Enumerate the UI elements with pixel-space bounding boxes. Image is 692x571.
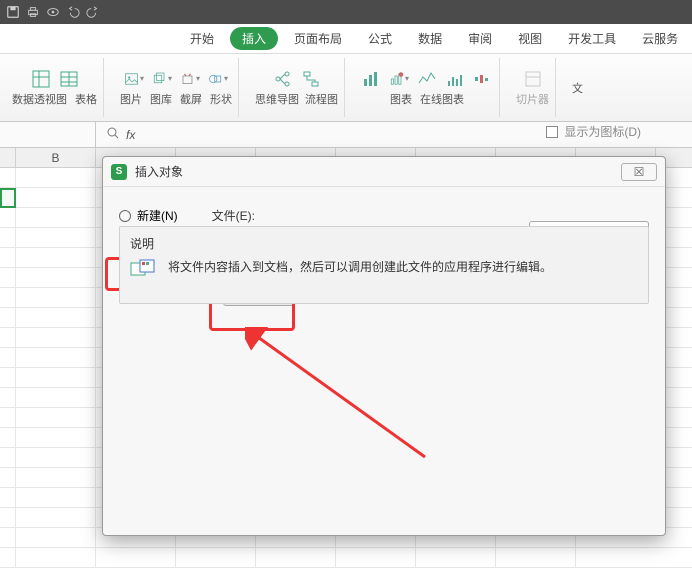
ribbon-label-mindmap: 思维导图 [255,91,299,107]
flowchart-icon[interactable] [301,69,321,89]
ribbon-label-picture: 图片 [120,91,142,107]
ribbon-label-shape: 形状 [210,91,232,107]
radio-new[interactable] [119,210,131,222]
zoom-icon[interactable] [106,126,120,143]
screenshot-icon[interactable]: ▾ [180,69,200,89]
menu-start[interactable]: 开始 [180,26,224,51]
file-field-label: 文件(E): [212,207,255,224]
ribbon-label-pivot: 数据透视图 [12,91,67,107]
ribbon-label-flowchart: 流程图 [305,91,338,107]
ribbon-group-illustrations: ▾ ▾ ▾ ▾ 图片 图库 截屏 形状 [114,58,239,117]
ribbon-group-diagram: 思维导图 流程图 [249,58,345,117]
slicer-icon[interactable] [523,69,543,89]
menubar: 开始 插入 页面布局 公式 数据 审阅 视图 开发工具 云服务 [0,24,692,54]
menu-review[interactable]: 审阅 [458,26,502,51]
radio-new-label: 新建(N) [137,207,178,224]
col-b[interactable]: B [16,148,96,167]
ribbon-label-text: 文 [572,80,583,96]
ribbon-label-screenshot: 截屏 [180,91,202,107]
shape-icon[interactable]: ▾ [208,69,228,89]
show-as-icon-label: 显示为图标(D) [564,123,641,140]
preview-icon[interactable] [46,5,60,19]
fx-label: fx [126,128,135,142]
description-text: 将文件内容插入到文档，然后可以调用创建此文件的应用程序进行编辑。 [168,258,552,276]
close-button[interactable]: ☒ [621,163,657,181]
menu-view[interactable]: 视图 [508,26,552,51]
picture-icon[interactable]: ▾ [124,69,144,89]
ribbon-group-pivot: 数据透视图 表格 [6,58,104,117]
app-icon: S [111,164,127,180]
sparkline1-icon[interactable] [417,69,437,89]
menu-cloud[interactable]: 云服务 [632,26,688,51]
mindmap-icon[interactable] [273,69,293,89]
ribbon-label-table: 表格 [75,91,97,107]
ribbon-label-slicer: 切片器 [516,91,549,107]
menu-formula[interactable]: 公式 [358,26,402,51]
annotation-arrow [245,327,445,467]
chart-icon[interactable] [361,69,381,89]
menu-data[interactable]: 数据 [408,26,452,51]
sparkline3-icon[interactable] [473,69,493,89]
ribbon-group-slicer: 切片器 [510,58,556,117]
pivot-icon[interactable] [31,69,51,89]
ribbon-label-chart: 图表 [390,91,412,107]
save-icon[interactable] [6,5,20,19]
menu-insert[interactable]: 插入 [230,27,278,50]
dialog-title: 插入对象 [135,163,183,180]
show-as-icon-row[interactable]: 显示为图标(D) [546,123,641,140]
embed-icon [130,258,158,282]
name-box[interactable] [0,122,96,147]
ribbon-group-text: 文 [566,58,589,117]
quick-access-toolbar [0,0,692,24]
corner[interactable] [0,148,16,167]
sparkline2-icon[interactable] [445,69,465,89]
ribbon-group-charts: ▾ 图表 在线图表 [355,58,500,117]
show-as-icon-checkbox[interactable] [546,126,558,138]
undo-icon[interactable] [66,5,80,19]
ribbon-label-online-chart: 在线图表 [420,91,464,107]
gallery-icon[interactable]: ▾ [152,69,172,89]
menu-devtools[interactable]: 开发工具 [558,26,626,51]
menu-layout[interactable]: 页面布局 [284,26,352,51]
active-cell[interactable] [0,188,16,208]
ribbon: 数据透视图 表格 ▾ ▾ ▾ ▾ 图片 图库 截屏 形状 思维导图 流程图 ▾ [0,54,692,122]
table-icon[interactable] [59,69,79,89]
redo-icon[interactable] [86,5,100,19]
print-icon[interactable] [26,5,40,19]
ribbon-label-gallery: 图库 [150,91,172,107]
description-title: 说明 [130,235,638,252]
description-box: 说明 将文件内容插入到文档，然后可以调用创建此文件的应用程序进行编辑。 [119,226,649,304]
online-chart-icon[interactable]: ▾ [389,69,409,89]
dialog-titlebar: S 插入对象 ☒ [103,157,665,187]
insert-object-dialog: S 插入对象 ☒ 新建(N) 文件(E): 由文件创建(F) 浏览(B)... … [102,156,666,536]
